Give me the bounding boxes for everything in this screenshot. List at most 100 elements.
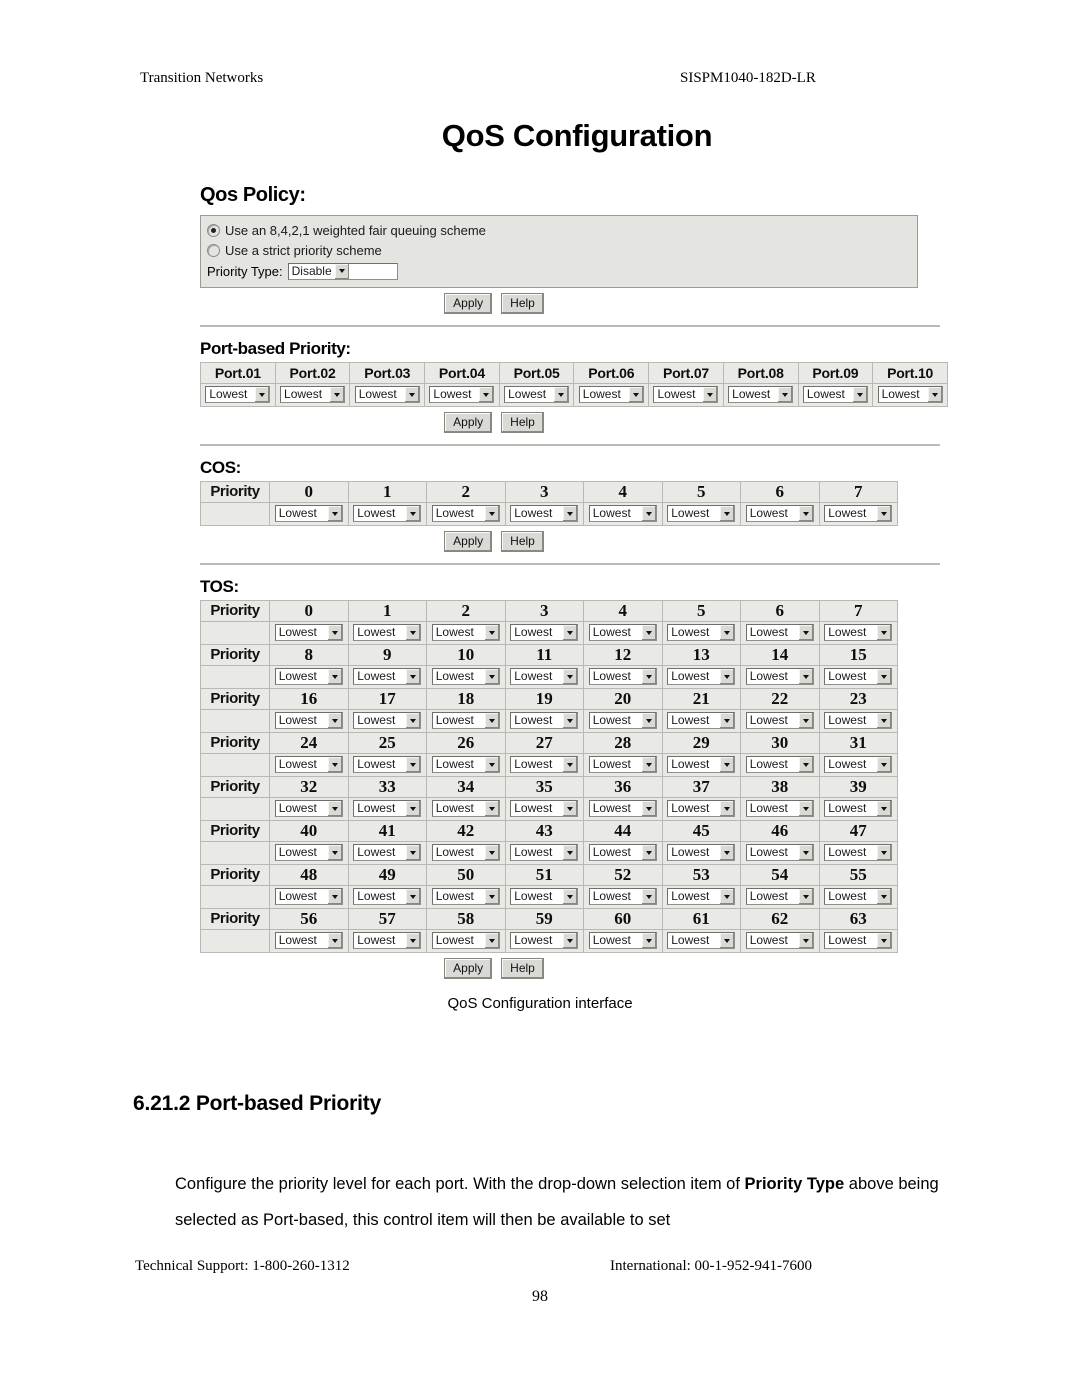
chevron-down-icon[interactable] [483,801,499,817]
chevron-down-icon[interactable] [562,757,578,773]
chevron-down-icon[interactable] [483,889,499,905]
chevron-down-icon[interactable] [329,387,345,403]
tos-priority-select-3[interactable]: Lowest [510,624,579,642]
chevron-down-icon[interactable] [719,933,735,949]
chevron-down-icon[interactable] [719,801,735,817]
tos-priority-select-15[interactable]: Lowest [824,668,893,686]
chevron-down-icon[interactable] [876,506,892,522]
chevron-down-icon[interactable] [483,933,499,949]
tos-priority-select-2[interactable]: Lowest [431,624,500,642]
tos-priority-select-58[interactable]: Lowest [431,932,500,950]
tos-priority-select-0[interactable]: Lowest [274,624,343,642]
tos-priority-select-62[interactable]: Lowest [745,932,814,950]
tos-priority-select-8[interactable]: Lowest [274,668,343,686]
tos-priority-select-30[interactable]: Lowest [745,756,814,774]
tos-priority-select-57[interactable]: Lowest [353,932,422,950]
tos-priority-select-59[interactable]: Lowest [510,932,579,950]
chevron-down-icon[interactable] [640,889,656,905]
tos-priority-select-29[interactable]: Lowest [667,756,736,774]
chevron-down-icon[interactable] [326,845,342,861]
tos-priority-select-44[interactable]: Lowest [588,844,657,862]
chevron-down-icon[interactable] [562,801,578,817]
chevron-down-icon[interactable] [719,845,735,861]
chevron-down-icon[interactable] [562,713,578,729]
port-based-apply-button[interactable]: Apply [444,412,493,433]
chevron-down-icon[interactable] [926,387,942,403]
chevron-down-icon[interactable] [702,387,718,403]
radio-strict-icon[interactable] [207,243,220,257]
tos-priority-select-39[interactable]: Lowest [824,800,893,818]
tos-priority-select-18[interactable]: Lowest [431,712,500,730]
chevron-down-icon[interactable] [719,889,735,905]
chevron-down-icon[interactable] [326,757,342,773]
tos-priority-select-45[interactable]: Lowest [667,844,736,862]
port-priority-select-9[interactable]: Lowest [802,386,868,404]
port-priority-select-6[interactable]: Lowest [578,386,644,404]
tos-priority-select-14[interactable]: Lowest [745,668,814,686]
tos-priority-select-13[interactable]: Lowest [667,668,736,686]
tos-priority-select-37[interactable]: Lowest [667,800,736,818]
tos-priority-select-5[interactable]: Lowest [667,624,736,642]
cos-priority-select-5[interactable]: Lowest [667,505,736,523]
qos-policy-help-button[interactable]: Help [501,293,544,314]
chevron-down-icon[interactable] [627,387,643,403]
tos-priority-select-7[interactable]: Lowest [824,624,893,642]
chevron-down-icon[interactable] [797,933,813,949]
chevron-down-icon[interactable] [876,757,892,773]
chevron-down-icon[interactable] [797,506,813,522]
tos-priority-select-21[interactable]: Lowest [667,712,736,730]
cos-priority-select-6[interactable]: Lowest [745,505,814,523]
tos-priority-select-55[interactable]: Lowest [824,888,893,906]
tos-priority-select-42[interactable]: Lowest [431,844,500,862]
cos-help-button[interactable]: Help [501,531,544,552]
port-priority-select-5[interactable]: Lowest [504,386,570,404]
chevron-down-icon[interactable] [640,506,656,522]
tos-priority-select-4[interactable]: Lowest [588,624,657,642]
chevron-down-icon[interactable] [797,757,813,773]
tos-priority-select-33[interactable]: Lowest [353,800,422,818]
tos-priority-select-28[interactable]: Lowest [588,756,657,774]
tos-priority-select-40[interactable]: Lowest [274,844,343,862]
tos-priority-select-23[interactable]: Lowest [824,712,893,730]
port-priority-select-1[interactable]: Lowest [205,386,271,404]
chevron-down-icon[interactable] [553,387,569,403]
tos-priority-select-34[interactable]: Lowest [431,800,500,818]
tos-priority-select-11[interactable]: Lowest [510,668,579,686]
port-priority-select-8[interactable]: Lowest [728,386,794,404]
tos-help-button[interactable]: Help [501,958,544,979]
port-priority-select-7[interactable]: Lowest [653,386,719,404]
tos-priority-select-51[interactable]: Lowest [510,888,579,906]
chevron-down-icon[interactable] [797,801,813,817]
chevron-down-icon[interactable] [405,933,421,949]
chevron-down-icon[interactable] [797,889,813,905]
cos-priority-select-2[interactable]: Lowest [431,505,500,523]
radio-wfq-icon[interactable] [207,223,220,237]
chevron-down-icon[interactable] [483,506,499,522]
tos-priority-select-27[interactable]: Lowest [510,756,579,774]
chevron-down-icon[interactable] [405,669,421,685]
tos-priority-select-48[interactable]: Lowest [274,888,343,906]
tos-priority-select-63[interactable]: Lowest [824,932,893,950]
port-priority-select-4[interactable]: Lowest [429,386,495,404]
chevron-down-icon[interactable] [876,889,892,905]
tos-priority-select-47[interactable]: Lowest [824,844,893,862]
chevron-down-icon[interactable] [797,845,813,861]
chevron-down-icon[interactable] [640,845,656,861]
tos-priority-select-26[interactable]: Lowest [431,756,500,774]
chevron-down-icon[interactable] [405,889,421,905]
chevron-down-icon[interactable] [719,713,735,729]
cos-priority-select-3[interactable]: Lowest [510,505,579,523]
cos-priority-select-1[interactable]: Lowest [353,505,422,523]
tos-priority-select-16[interactable]: Lowest [274,712,343,730]
chevron-down-icon[interactable] [478,387,494,403]
tos-priority-select-12[interactable]: Lowest [588,668,657,686]
chevron-down-icon[interactable] [876,801,892,817]
tos-priority-select-32[interactable]: Lowest [274,800,343,818]
chevron-down-icon[interactable] [483,845,499,861]
tos-priority-select-53[interactable]: Lowest [667,888,736,906]
chevron-down-icon[interactable] [326,889,342,905]
tos-priority-select-61[interactable]: Lowest [667,932,736,950]
tos-priority-select-43[interactable]: Lowest [510,844,579,862]
cos-apply-button[interactable]: Apply [444,531,493,552]
chevron-down-icon[interactable] [483,713,499,729]
